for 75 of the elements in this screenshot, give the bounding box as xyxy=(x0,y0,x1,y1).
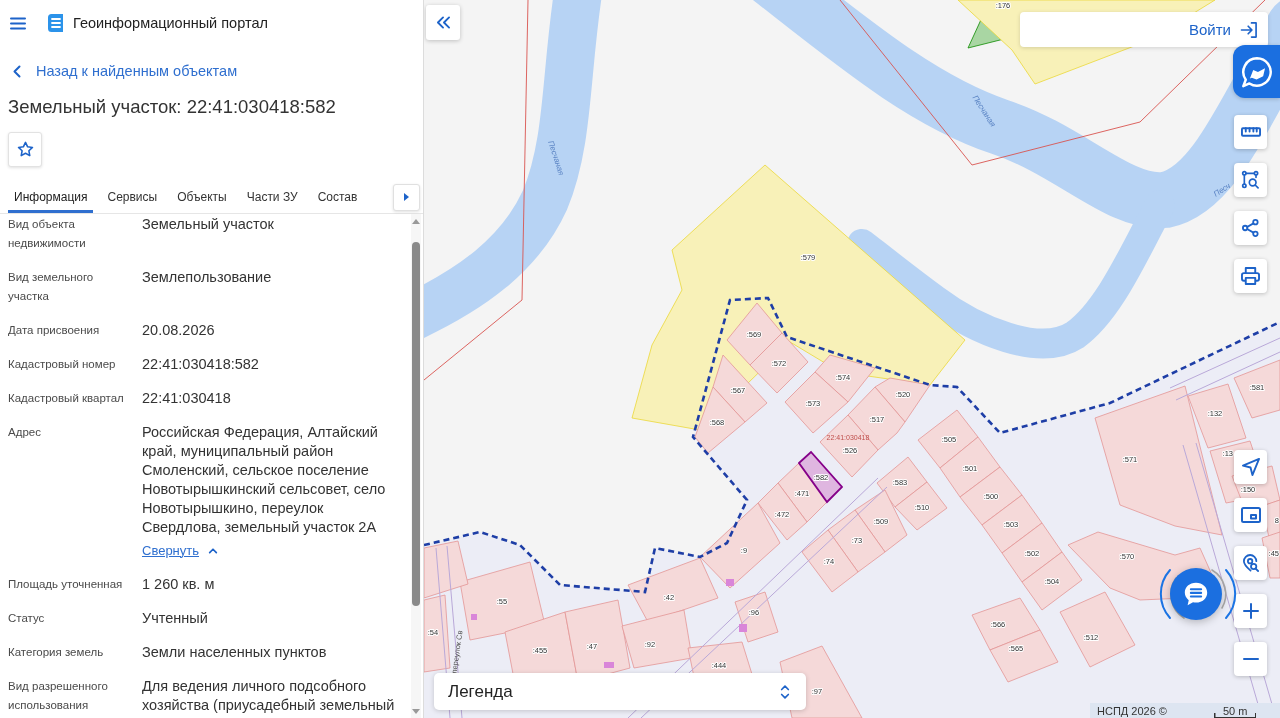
building xyxy=(604,662,614,668)
print-button[interactable] xyxy=(1234,259,1267,293)
property-label: Категория земель xyxy=(8,645,104,660)
tab[interactable]: Информация xyxy=(8,181,94,213)
picture-in-picture-icon xyxy=(1240,507,1261,523)
tabs-next-button[interactable] xyxy=(393,183,420,211)
location-search-icon xyxy=(1242,554,1259,572)
chevron-up-icon xyxy=(208,546,218,554)
portal-title: Геоинформационный портал xyxy=(73,15,268,31)
property-value: 1 260 кв. м xyxy=(142,575,216,594)
property-label: Адрес xyxy=(8,425,41,440)
property-value: 22:41:030418:582 xyxy=(142,355,260,374)
chevron-left-icon xyxy=(13,64,21,78)
property-label: Кадастровый квартал xyxy=(8,391,124,406)
legend-dropdown[interactable]: Легенда xyxy=(434,673,806,710)
building xyxy=(471,614,477,620)
share-icon xyxy=(1242,219,1259,237)
logo-icon xyxy=(47,13,64,33)
tab[interactable]: Состав xyxy=(311,181,364,213)
chat-icon xyxy=(1182,580,1210,608)
ruler-button[interactable] xyxy=(1234,115,1267,149)
print-icon xyxy=(1241,267,1260,285)
map-scale: 50 m xyxy=(1213,705,1257,718)
property-value: Для ведения личного подсобного хозяйства (приусадебный земельный xyxy=(142,677,396,715)
property-label: Дата присвоения xyxy=(8,323,100,338)
area-search-button[interactable] xyxy=(1234,163,1267,197)
zoom-in-button[interactable] xyxy=(1234,594,1267,628)
river-name: Песч xyxy=(1212,181,1232,199)
map-bubble-icon xyxy=(1239,54,1274,89)
property-label: Статус xyxy=(8,611,45,626)
favorite-button[interactable] xyxy=(8,132,42,167)
property-value: Земельный участок xyxy=(142,215,275,234)
minimap-button[interactable] xyxy=(1234,498,1267,532)
location-search-button[interactable] xyxy=(1234,546,1267,580)
area-search-icon xyxy=(1240,170,1261,190)
tab[interactable]: Части ЗУ xyxy=(240,181,304,213)
property-value: Российская Федерация, Алтайский край, муниципальный район Смоленский, сельское поселение Новотырышкинский сельсовет, село Новотырышкино, переулок Свердлова, земельный участок 2А xyxy=(142,423,387,537)
navigation-arrow-button[interactable] xyxy=(1234,450,1267,484)
minus-icon xyxy=(1242,658,1259,660)
navigation-arrow-icon xyxy=(1241,458,1260,476)
object-title: Земельный участок: 22:41:030418:582 xyxy=(8,95,336,119)
double-chevron-left-icon xyxy=(435,16,451,29)
tab[interactable]: Сервисы xyxy=(101,181,164,213)
caret-right-icon xyxy=(404,193,409,201)
scroll-up-icon xyxy=(412,219,420,224)
collapse-link[interactable]: Свернуть xyxy=(142,540,218,560)
property-label: Вид земельного участка xyxy=(8,270,95,304)
property-value: 22:41:030418 xyxy=(142,389,232,408)
tab[interactable]: Объекты xyxy=(171,181,233,213)
building xyxy=(726,579,734,586)
back-link[interactable]: Назад к найденным объектам xyxy=(13,59,238,83)
scrollbar-thumb[interactable] xyxy=(412,242,420,606)
star-icon xyxy=(15,140,35,159)
collapse-panel-button[interactable] xyxy=(426,5,460,40)
property-value: Землепользование xyxy=(142,268,273,287)
property-label: Вид разрешенного использования xyxy=(8,679,109,713)
login-icon xyxy=(1239,19,1259,40)
zoom-out-button[interactable] xyxy=(1234,642,1267,676)
building xyxy=(739,624,747,632)
floating-tab-button[interactable] xyxy=(1233,45,1280,98)
property-label: Кадастровый номер xyxy=(8,357,116,372)
ruler-icon xyxy=(1240,127,1261,137)
property-value: 20.08.2026 xyxy=(142,321,216,340)
attribution-text: НСПД 2026 © xyxy=(1097,705,1167,718)
property-label: Вид объекта недвижимости xyxy=(8,217,87,251)
plus-icon xyxy=(1242,603,1259,619)
property-value: Земли населенных пунктов xyxy=(142,643,328,662)
menu-icon xyxy=(10,16,26,30)
up-down-chevron-icon xyxy=(780,683,790,700)
scroll-down-icon xyxy=(412,709,420,714)
menu-button[interactable] xyxy=(10,16,26,30)
login-button[interactable]: Войти xyxy=(1020,12,1268,47)
property-label: Площадь уточненная xyxy=(8,577,123,592)
property-value: Учтенный xyxy=(142,609,209,628)
share-button[interactable] xyxy=(1234,211,1267,245)
